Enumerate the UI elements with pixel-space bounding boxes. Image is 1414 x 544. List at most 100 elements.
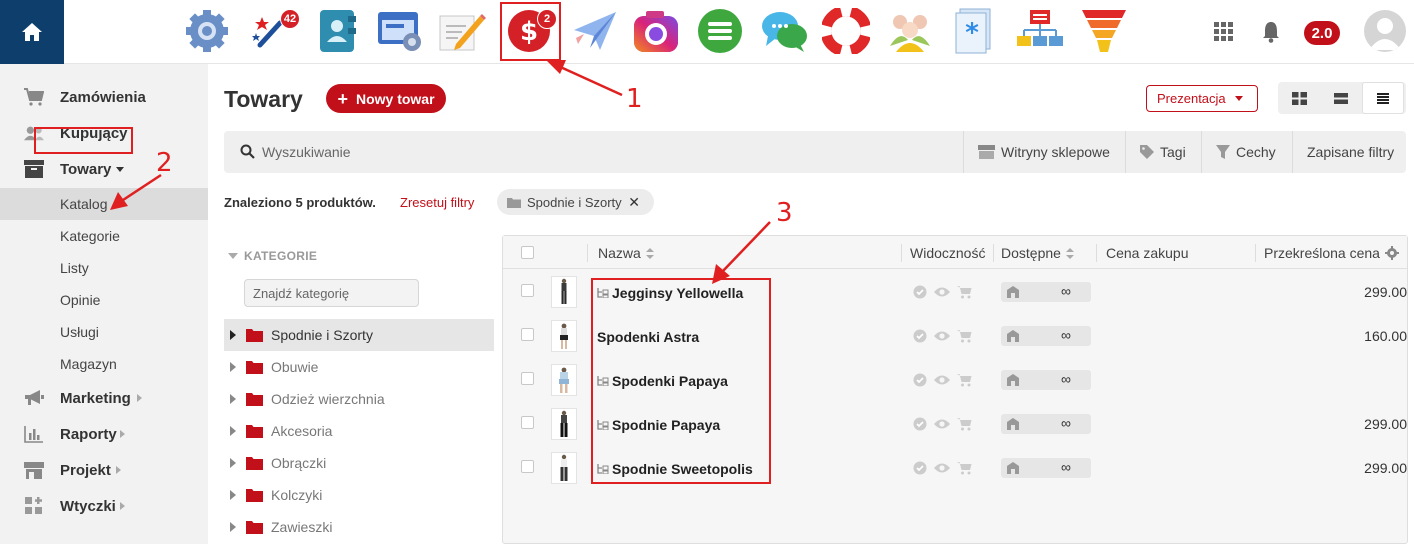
- sidebar-sub-listy[interactable]: Listy: [0, 252, 208, 284]
- chat-bubbles-icon[interactable]: [760, 7, 808, 55]
- sidebar-sub-katalog[interactable]: Katalog: [0, 188, 208, 220]
- row-checkbox[interactable]: [521, 416, 534, 429]
- search-input[interactable]: Wyszukiwanie: [262, 144, 351, 160]
- expand-triangle-icon[interactable]: [230, 362, 236, 372]
- bell-icon[interactable]: [1262, 21, 1280, 46]
- sidebar-sub-opinie[interactable]: Opinie: [0, 284, 208, 316]
- category-item[interactable]: Spodnie i Szorty: [224, 319, 494, 351]
- expand-triangle-icon[interactable]: [230, 426, 236, 436]
- expand-triangle-icon[interactable]: [230, 490, 236, 500]
- home-button[interactable]: [0, 0, 64, 64]
- category-item[interactable]: Akcesoria: [224, 415, 494, 447]
- document-asterisk-icon[interactable]: *: [952, 7, 1000, 55]
- expand-triangle-icon[interactable]: [230, 458, 236, 468]
- warehouse-icon: [1007, 330, 1019, 342]
- list-view-button[interactable]: [1362, 82, 1404, 114]
- expand-triangle-icon[interactable]: [230, 394, 236, 404]
- cart-icon[interactable]: [957, 417, 972, 431]
- chevron-right-icon: [116, 466, 121, 474]
- category-item[interactable]: Odzież wierzchnia: [224, 383, 494, 415]
- edit-pencil-icon[interactable]: [438, 7, 486, 55]
- view-mode-toggle: [1278, 82, 1406, 114]
- eye-icon[interactable]: [933, 417, 951, 431]
- check-circle-icon[interactable]: [913, 461, 927, 475]
- row-checkbox[interactable]: [521, 284, 534, 297]
- grid-view-button[interactable]: [1278, 82, 1320, 114]
- select-all-checkbox[interactable]: [521, 246, 534, 259]
- availability-cell[interactable]: ∞: [1001, 458, 1091, 478]
- row-checkbox[interactable]: [521, 372, 534, 385]
- row-checkbox[interactable]: [521, 460, 534, 473]
- expand-triangle-icon[interactable]: [230, 522, 236, 532]
- category-item[interactable]: Obrączki: [224, 447, 494, 479]
- users-group-icon[interactable]: [886, 7, 934, 55]
- product-thumbnail[interactable]: [551, 408, 577, 440]
- compact-view-button[interactable]: [1320, 82, 1362, 114]
- sidebar-item-raporty[interactable]: Raporty: [0, 416, 208, 452]
- sidebar-sub-kategorie[interactable]: Kategorie: [0, 220, 208, 252]
- features-filter-button[interactable]: Cechy: [1201, 131, 1292, 173]
- check-circle-icon[interactable]: [913, 373, 927, 387]
- eye-icon[interactable]: [933, 285, 951, 299]
- category-search-input[interactable]: Znajdź kategorię: [244, 279, 419, 307]
- availability-cell[interactable]: ∞: [1001, 370, 1091, 390]
- new-product-button[interactable]: + Nowy towar: [326, 84, 446, 113]
- category-item[interactable]: Obuwie: [224, 351, 494, 383]
- sidebar-sub-uslugi[interactable]: Usługi: [0, 316, 208, 348]
- cart-icon[interactable]: [957, 329, 972, 343]
- category-label: Odzież wierzchnia: [271, 391, 385, 407]
- cart-icon[interactable]: [957, 285, 972, 299]
- tags-filter-button[interactable]: Tagi: [1125, 131, 1201, 173]
- camera-icon[interactable]: [632, 7, 680, 55]
- saved-filters-button[interactable]: Zapisane filtry: [1292, 131, 1406, 173]
- settings-gear-icon[interactable]: [183, 7, 231, 55]
- eye-icon[interactable]: [933, 461, 951, 475]
- gear-icon[interactable]: [1385, 246, 1399, 260]
- category-item[interactable]: Kolczyki: [224, 479, 494, 511]
- cart-icon[interactable]: [957, 461, 972, 475]
- column-name-header[interactable]: Nazwa: [598, 245, 654, 261]
- funnel-icon[interactable]: [1080, 7, 1128, 55]
- sidebar-item-zamowienia[interactable]: Zamówienia: [0, 79, 208, 115]
- product-thumbnail[interactable]: [551, 364, 577, 396]
- eye-icon[interactable]: [933, 329, 951, 343]
- check-circle-icon[interactable]: [913, 329, 927, 343]
- avatar[interactable]: [1364, 10, 1406, 52]
- reset-filters-link[interactable]: Zresetuj filtry: [400, 195, 474, 210]
- categories-heading[interactable]: KATEGORIE: [228, 249, 317, 263]
- eye-icon[interactable]: [933, 373, 951, 387]
- presentation-dropdown[interactable]: Prezentacja: [1146, 85, 1258, 112]
- availability-cell[interactable]: ∞: [1001, 414, 1091, 434]
- sidebar-item-marketing[interactable]: Marketing: [0, 380, 208, 416]
- apps-grid-icon[interactable]: [1214, 22, 1234, 45]
- lifebuoy-icon[interactable]: [822, 7, 870, 55]
- remove-filter-icon[interactable]: ✕: [628, 194, 640, 211]
- sidebar-item-projekt[interactable]: Projekt: [0, 452, 208, 488]
- category-item[interactable]: Zawieszki: [224, 511, 494, 543]
- sitemap-icon[interactable]: [1016, 7, 1064, 55]
- availability-cell[interactable]: ∞: [1001, 282, 1091, 302]
- category-label: Obrączki: [271, 455, 327, 471]
- product-thumbnail[interactable]: [551, 452, 577, 484]
- sidebar-sub-magazyn[interactable]: Magazyn: [0, 348, 208, 380]
- availability-cell[interactable]: ∞: [1001, 326, 1091, 346]
- expand-triangle-icon[interactable]: [230, 330, 236, 340]
- notification-badge: 42: [280, 9, 300, 29]
- storefronts-filter-button[interactable]: Witryny sklepowe: [963, 131, 1125, 173]
- sidebar-item-wtyczki[interactable]: Wtyczki: [0, 488, 208, 524]
- browser-settings-icon[interactable]: [376, 7, 424, 55]
- check-circle-icon[interactable]: [913, 417, 927, 431]
- menu-list-icon[interactable]: [696, 7, 744, 55]
- product-thumbnail[interactable]: [551, 276, 577, 308]
- version-badge[interactable]: 2.0: [1304, 21, 1340, 45]
- cart-icon[interactable]: [957, 373, 972, 387]
- magic-wand-icon[interactable]: 42: [248, 7, 300, 55]
- sidebar-item-towary[interactable]: Towary: [0, 151, 208, 187]
- row-checkbox[interactable]: [521, 328, 534, 341]
- check-circle-icon[interactable]: [913, 285, 927, 299]
- column-visibility-header: Widoczność: [910, 245, 985, 261]
- contacts-book-icon[interactable]: [314, 7, 362, 55]
- column-available-header[interactable]: Dostępne: [1001, 245, 1074, 261]
- paper-plane-icon[interactable]: [570, 7, 618, 55]
- product-thumbnail[interactable]: [551, 320, 577, 352]
